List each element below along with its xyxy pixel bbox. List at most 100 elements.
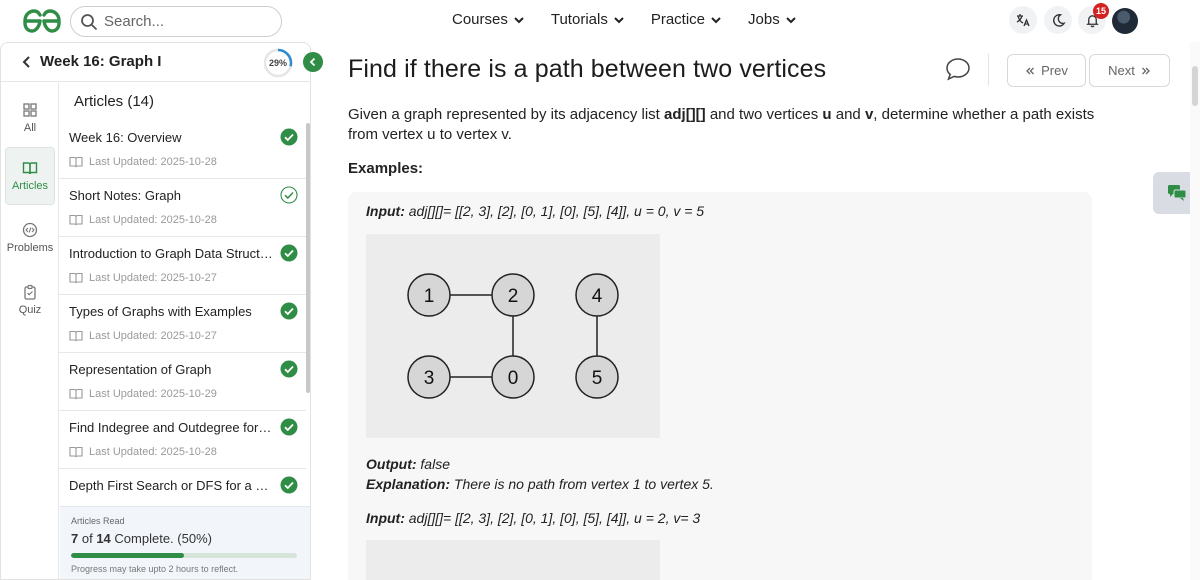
article-list: Week 16: Overview Last Updated: 2025-10-… <box>59 121 306 507</box>
article-item[interactable]: Depth First Search or DFS for a Gra... <box>59 469 306 507</box>
nav-tutorials-label: Tutorials <box>550 11 608 28</box>
example2-input: Input: adj[][]= [[2, 3], [2], [0, 1], [0… <box>366 510 700 526</box>
nav-courses-label: Courses <box>452 11 508 28</box>
moon-icon <box>1052 13 1066 27</box>
user-avatar[interactable] <box>1112 8 1138 34</box>
book-open-icon <box>69 272 83 284</box>
check-circle-icon <box>280 476 298 494</box>
reading-progress-footer: Articles Read 7 of 14 Complete. (50%) Pr… <box>60 506 310 579</box>
next-label: Next <box>1108 63 1135 78</box>
article-updated: Last Updated: 2025-10-28 <box>89 214 217 226</box>
graph-diagram: 1 2 4 3 0 5 <box>366 234 660 438</box>
article-item[interactable]: Find Indegree and Outdegree for all... L… <box>59 411 306 469</box>
comment-icon[interactable] <box>945 57 971 81</box>
intro-text: and two vertices <box>705 106 823 123</box>
node-label: 3 <box>424 368 435 389</box>
page-title: Find if there is a path between two vert… <box>348 55 827 83</box>
articles-read-summary: 7 of 14 Complete. (50%) <box>71 531 212 546</box>
article-updated: Last Updated: 2025-10-27 <box>89 272 217 284</box>
book-open-icon <box>69 330 83 342</box>
article-title: Introduction to Graph Data Structure <box>69 246 274 261</box>
notification-badge: 15 <box>1093 3 1109 19</box>
example1-explanation: Explanation: There is no path from verte… <box>366 476 714 492</box>
double-chevron-left-icon <box>1026 67 1035 74</box>
sidebar-rail: All Articles Problems Quiz <box>1 83 59 579</box>
main-nav: Courses Tutorials Practice Jobs <box>452 11 797 28</box>
collapse-sidebar-button[interactable] <box>303 52 323 72</box>
header-divider <box>988 54 989 86</box>
article-meta: Last Updated: 2025-10-27 <box>69 330 217 342</box>
examples-heading: Examples: <box>348 160 424 177</box>
search-input[interactable] <box>104 13 264 30</box>
translate-button[interactable] <box>1009 6 1037 34</box>
article-meta: Last Updated: 2025-10-27 <box>69 272 217 284</box>
page-scrollbar-thumb[interactable] <box>1192 66 1198 106</box>
check-circle-icon <box>280 360 298 378</box>
input-value: adj[][]= [[2, 3], [2], [0, 1], [0], [5],… <box>404 510 701 526</box>
output-label: Output: <box>366 456 417 472</box>
next-button[interactable]: Next <box>1089 54 1170 87</box>
top-bar: Courses Tutorials Practice Jobs <box>0 0 1200 42</box>
check-circle-icon <box>280 418 298 436</box>
articles-total-count: 14 <box>96 531 111 546</box>
rail-label-all: All <box>23 122 37 134</box>
rail-label-problems: Problems <box>6 242 54 254</box>
article-title: Short Notes: Graph <box>69 188 181 203</box>
nav-tutorials[interactable]: Tutorials <box>551 11 625 28</box>
rail-item-problems[interactable]: Problems <box>5 209 55 267</box>
graph-node: 2 <box>491 273 535 317</box>
rail-item-quiz[interactable]: Quiz <box>5 271 55 329</box>
input-value: adj[][]= [[2, 3], [2], [0, 1], [0], [5],… <box>404 203 705 219</box>
articles-read-of: of <box>81 531 93 546</box>
nav-practice-label: Practice <box>650 11 706 28</box>
gfg-logo-icon[interactable] <box>20 8 64 34</box>
nav-jobs[interactable]: Jobs <box>748 11 797 28</box>
chevron-down-icon <box>514 16 524 23</box>
article-meta: Last Updated: 2025-10-28 <box>69 446 217 458</box>
article-title: Types of Graphs with Examples <box>69 304 252 319</box>
chevron-left-icon[interactable] <box>21 55 33 69</box>
book-open-icon <box>69 388 83 400</box>
output-value: false <box>416 456 450 472</box>
progress-percent: 29% <box>268 58 287 68</box>
article-item[interactable]: Week 16: Overview Last Updated: 2025-10-… <box>59 121 306 179</box>
translate-icon <box>1016 14 1030 27</box>
articles-complete-text: Complete. (50%) <box>114 531 212 546</box>
page-scrollbar[interactable] <box>1190 42 1200 580</box>
node-label: 0 <box>508 368 519 389</box>
graph-node: 5 <box>575 355 619 399</box>
article-updated: Last Updated: 2025-10-28 <box>89 446 217 458</box>
article-item[interactable]: Short Notes: Graph Last Updated: 2025-10… <box>59 179 306 237</box>
article-list-scrollbar[interactable] <box>306 123 310 393</box>
node-label: 5 <box>592 368 603 389</box>
node-label: 4 <box>592 286 603 307</box>
reading-progress-fill <box>71 553 184 558</box>
graph-node: 3 <box>407 355 451 399</box>
intro-text: and <box>831 106 865 123</box>
rail-item-articles[interactable]: Articles <box>5 147 55 205</box>
nav-courses[interactable]: Courses <box>452 11 525 28</box>
graph-diagram-2 <box>366 540 660 580</box>
prev-button[interactable]: Prev <box>1007 54 1086 87</box>
article-title: Find Indegree and Outdegree for all... <box>69 420 274 435</box>
check-circle-icon <box>280 302 298 320</box>
article-updated: Last Updated: 2025-10-27 <box>89 330 217 342</box>
rail-label-quiz: Quiz <box>18 304 42 316</box>
article-item[interactable]: Representation of Graph Last Updated: 20… <box>59 353 306 411</box>
rail-item-all[interactable]: All <box>5 89 55 147</box>
nav-practice[interactable]: Practice <box>651 11 722 28</box>
article-updated: Last Updated: 2025-10-29 <box>89 388 217 400</box>
chevron-down-icon <box>785 16 796 23</box>
article-meta: Last Updated: 2025-10-28 <box>69 156 217 168</box>
node-label: 1 <box>424 286 435 307</box>
article-item[interactable]: Types of Graphs with Examples Last Updat… <box>59 295 306 353</box>
article-updated: Last Updated: 2025-10-28 <box>89 156 217 168</box>
article-title: Depth First Search or DFS for a Gra... <box>69 478 274 493</box>
dark-mode-toggle[interactable] <box>1044 6 1072 34</box>
book-open-icon <box>69 156 83 168</box>
article-item[interactable]: Introduction to Graph Data Structure Las… <box>59 237 306 295</box>
article-title: Week 16: Overview <box>69 130 182 145</box>
search-box[interactable] <box>70 6 282 37</box>
example-box: Input: adj[][]= [[2, 3], [2], [0, 1], [0… <box>348 192 1092 580</box>
intro-u: u <box>822 106 832 123</box>
